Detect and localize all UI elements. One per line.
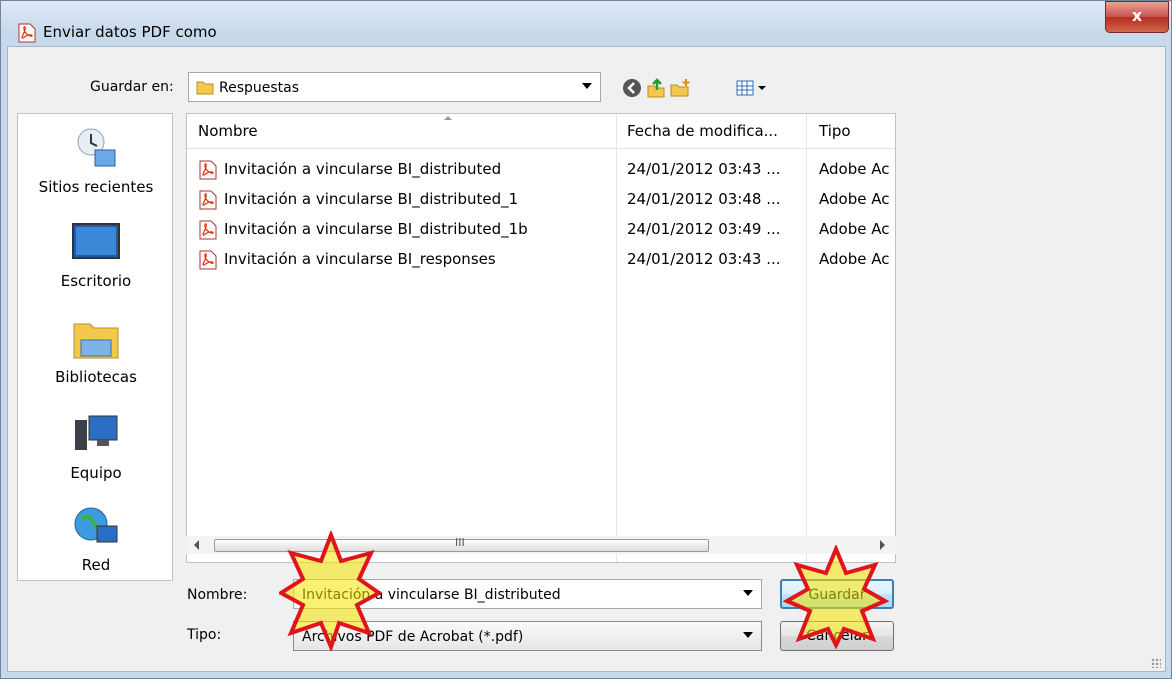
file-row[interactable]: Invitación a vincularse BI_distributed_1…	[187, 216, 895, 242]
file-row[interactable]: Invitación a vincularse BI_distributed_1…	[187, 186, 895, 212]
file-date: 24/01/2012 03:49 ...	[627, 220, 781, 238]
title-bar[interactable]: Enviar datos PDF como	[1, 1, 1172, 43]
save-in-label: Guardar en:	[90, 79, 174, 95]
place-desktop[interactable]: Escritorio	[18, 220, 174, 290]
file-type: Adobe Ac	[819, 190, 890, 208]
network-icon	[74, 507, 118, 543]
place-label: Equipo	[70, 464, 122, 482]
file-date: 24/01/2012 03:43 ...	[627, 250, 781, 268]
highlight-star-icon	[783, 545, 889, 649]
place-recent[interactable]: Sitios recientes	[18, 126, 174, 196]
folder-icon	[196, 81, 214, 95]
chevron-down-icon[interactable]	[743, 632, 753, 638]
place-label: Escritorio	[60, 272, 132, 290]
up-folder-icon[interactable]	[645, 77, 667, 99]
file-type: Adobe Ac	[819, 250, 890, 268]
pdf-file-icon	[199, 220, 217, 240]
desktop-icon	[72, 223, 120, 259]
file-list: Nombre Fecha de modifica... Tipo Invitac…	[186, 113, 896, 563]
computer-icon	[75, 415, 118, 450]
recent-places-icon	[77, 128, 116, 167]
save-in-dropdown[interactable]: Respuestas	[188, 72, 601, 102]
place-libraries[interactable]: Bibliotecas	[18, 316, 174, 386]
column-header-type[interactable]: Tipo	[819, 122, 851, 140]
file-row[interactable]: Invitación a vincularse BI_distributed 2…	[187, 156, 895, 182]
view-menu-icon[interactable]	[735, 77, 771, 99]
file-name: Invitación a vincularse BI_distributed	[224, 160, 502, 178]
pdf-file-icon	[199, 160, 217, 180]
file-name: Invitación a vincularse BI_distributed_1…	[224, 220, 528, 238]
place-network[interactable]: Red	[18, 504, 174, 574]
file-date: 24/01/2012 03:43 ...	[627, 160, 781, 178]
save-dialog-window: Enviar datos PDF como x Guardar en: Resp…	[0, 0, 1172, 679]
column-header-name[interactable]: Nombre	[198, 122, 258, 140]
filename-label: Nombre:	[187, 587, 248, 603]
scroll-grip: III	[455, 536, 465, 549]
pdf-file-icon	[199, 250, 217, 270]
place-label: Red	[81, 556, 111, 574]
highlight-star-icon	[279, 531, 383, 651]
pdf-file-icon	[199, 190, 217, 210]
place-computer[interactable]: Equipo	[18, 412, 174, 482]
header-divider	[187, 148, 895, 149]
file-row[interactable]: Invitación a vincularse BI_responses 24/…	[187, 246, 895, 272]
close-button[interactable]: x	[1105, 1, 1169, 33]
column-header-date[interactable]: Fecha de modifica...	[627, 122, 778, 140]
libraries-icon	[73, 323, 119, 359]
pdf-icon	[18, 23, 36, 43]
file-type: Adobe Ac	[819, 220, 890, 238]
new-folder-icon[interactable]	[669, 77, 691, 99]
scroll-left-icon[interactable]	[194, 540, 199, 550]
place-label: Bibliotecas	[55, 368, 137, 386]
file-date: 24/01/2012 03:48 ...	[627, 190, 781, 208]
file-name: Invitación a vincularse BI_responses	[224, 250, 496, 268]
window-title: Enviar datos PDF como	[43, 23, 217, 41]
filetype-label: Tipo:	[187, 627, 222, 643]
resize-grip[interactable]	[1151, 658, 1161, 668]
place-label: Sitios recientes	[38, 178, 154, 196]
file-type: Adobe Ac	[819, 160, 890, 178]
save-in-value: Respuestas	[219, 80, 300, 96]
chevron-down-icon[interactable]	[582, 83, 592, 89]
chevron-down-icon[interactable]	[743, 590, 753, 596]
file-name: Invitación a vincularse BI_distributed_1	[224, 190, 519, 208]
sort-ascending-icon	[444, 116, 452, 120]
places-bar: Sitios recientes Escritorio Bibliotecas …	[17, 113, 173, 581]
back-icon[interactable]	[621, 77, 643, 99]
